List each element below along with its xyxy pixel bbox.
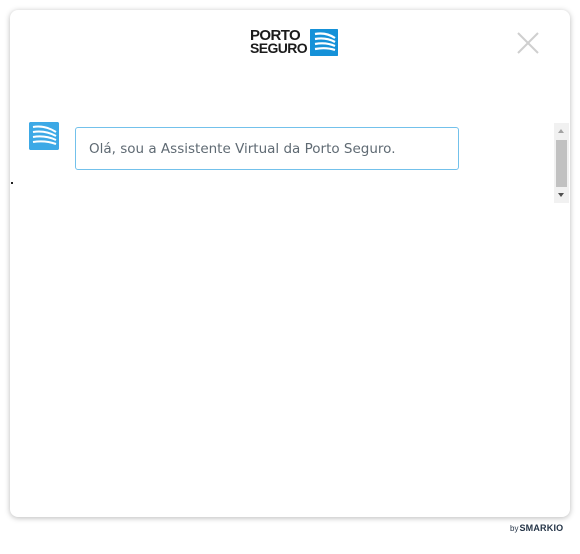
close-icon bbox=[517, 32, 539, 54]
porto-seguro-logo: PORTO SEGURO bbox=[250, 28, 339, 56]
scroll-up-arrow[interactable] bbox=[558, 129, 564, 133]
stray-dot bbox=[11, 182, 13, 184]
chat-window: PORTO SEGURO Olá, sou a Assistente Virtu… bbox=[10, 10, 570, 517]
branding-name: SMARKIO bbox=[519, 523, 564, 533]
close-button[interactable] bbox=[515, 30, 541, 56]
logo-text: PORTO SEGURO bbox=[250, 28, 308, 56]
bot-message-bubble: Olá, sou a Assistente Virtual da Porto S… bbox=[75, 127, 459, 170]
bot-message-text: Olá, sou a Assistente Virtual da Porto S… bbox=[89, 140, 396, 157]
scroll-thumb[interactable] bbox=[556, 140, 567, 187]
scroll-down-arrow[interactable] bbox=[558, 193, 564, 197]
page: PORTO SEGURO Olá, sou a Assistente Virtu… bbox=[0, 0, 580, 554]
logo-line2: SEGURO bbox=[250, 40, 308, 56]
branding-by-label: by bbox=[510, 524, 519, 533]
porto-seguro-sails-icon bbox=[310, 28, 339, 56]
chat-scrollbar[interactable] bbox=[554, 123, 569, 203]
bot-avatar bbox=[29, 122, 59, 150]
smarkio-branding[interactable]: by SMARKIO bbox=[510, 523, 563, 533]
